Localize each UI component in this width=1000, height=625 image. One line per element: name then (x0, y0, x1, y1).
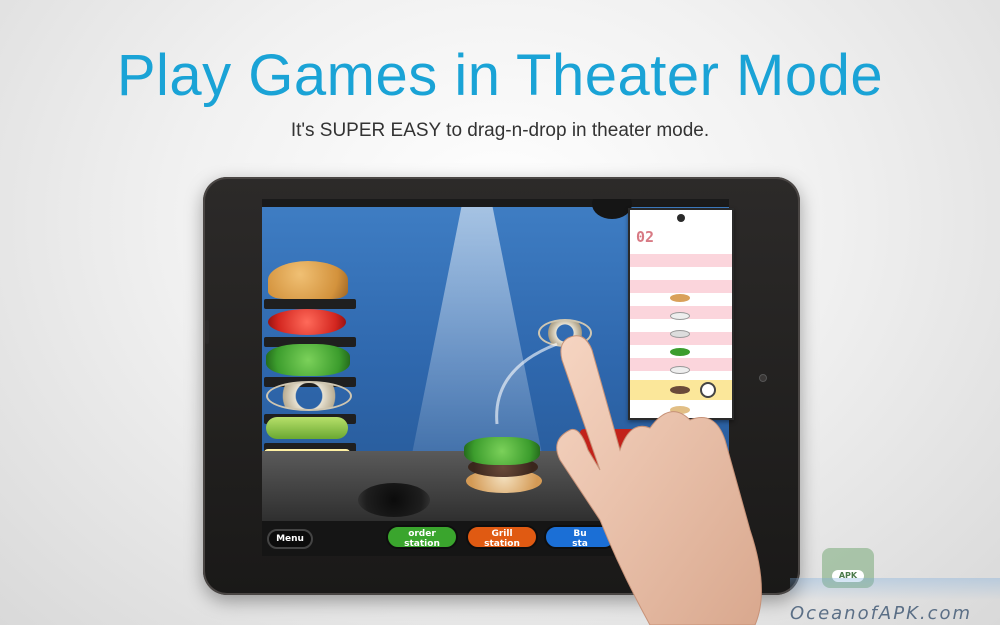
grill-station-sublabel: station (484, 539, 520, 549)
ceiling-lamp (592, 199, 632, 219)
shelf (264, 299, 356, 309)
ticket-bun-top (670, 294, 690, 302)
ticket-onion (670, 312, 690, 320)
tomato-ingredient[interactable] (268, 309, 346, 335)
grill-station-label: Grill (491, 529, 513, 539)
ticket-stripe (630, 280, 732, 293)
ceiling-edge (262, 199, 729, 207)
order-station-sublabel: station (404, 539, 440, 549)
pickle-ingredient[interactable] (266, 417, 348, 439)
order-station-button[interactable]: order station (386, 525, 458, 549)
ticket-stripe (630, 254, 732, 267)
ticket-number: 02 (636, 228, 655, 246)
grill-station-button[interactable]: Grill station (466, 525, 538, 549)
lettuce-ingredient[interactable] (266, 344, 350, 376)
trash-bin[interactable] (358, 483, 430, 517)
watermark-text: OceanofAPK.com (790, 603, 973, 624)
page-title: Play Games in Theater Mode (116, 43, 884, 108)
hand-pointer (556, 335, 762, 625)
top-bun-ingredient[interactable] (268, 261, 348, 299)
ticket-hole (677, 214, 685, 222)
onion-ingredient[interactable] (266, 381, 352, 411)
burger-lettuce (464, 437, 540, 465)
tablet-side-button (205, 320, 209, 344)
order-station-label: order (408, 529, 436, 539)
menu-button[interactable]: Menu (267, 529, 313, 549)
watermark-waves (790, 578, 1000, 600)
page-subtitle: It's SUPER EASY to drag-n-drop in theate… (290, 120, 710, 141)
